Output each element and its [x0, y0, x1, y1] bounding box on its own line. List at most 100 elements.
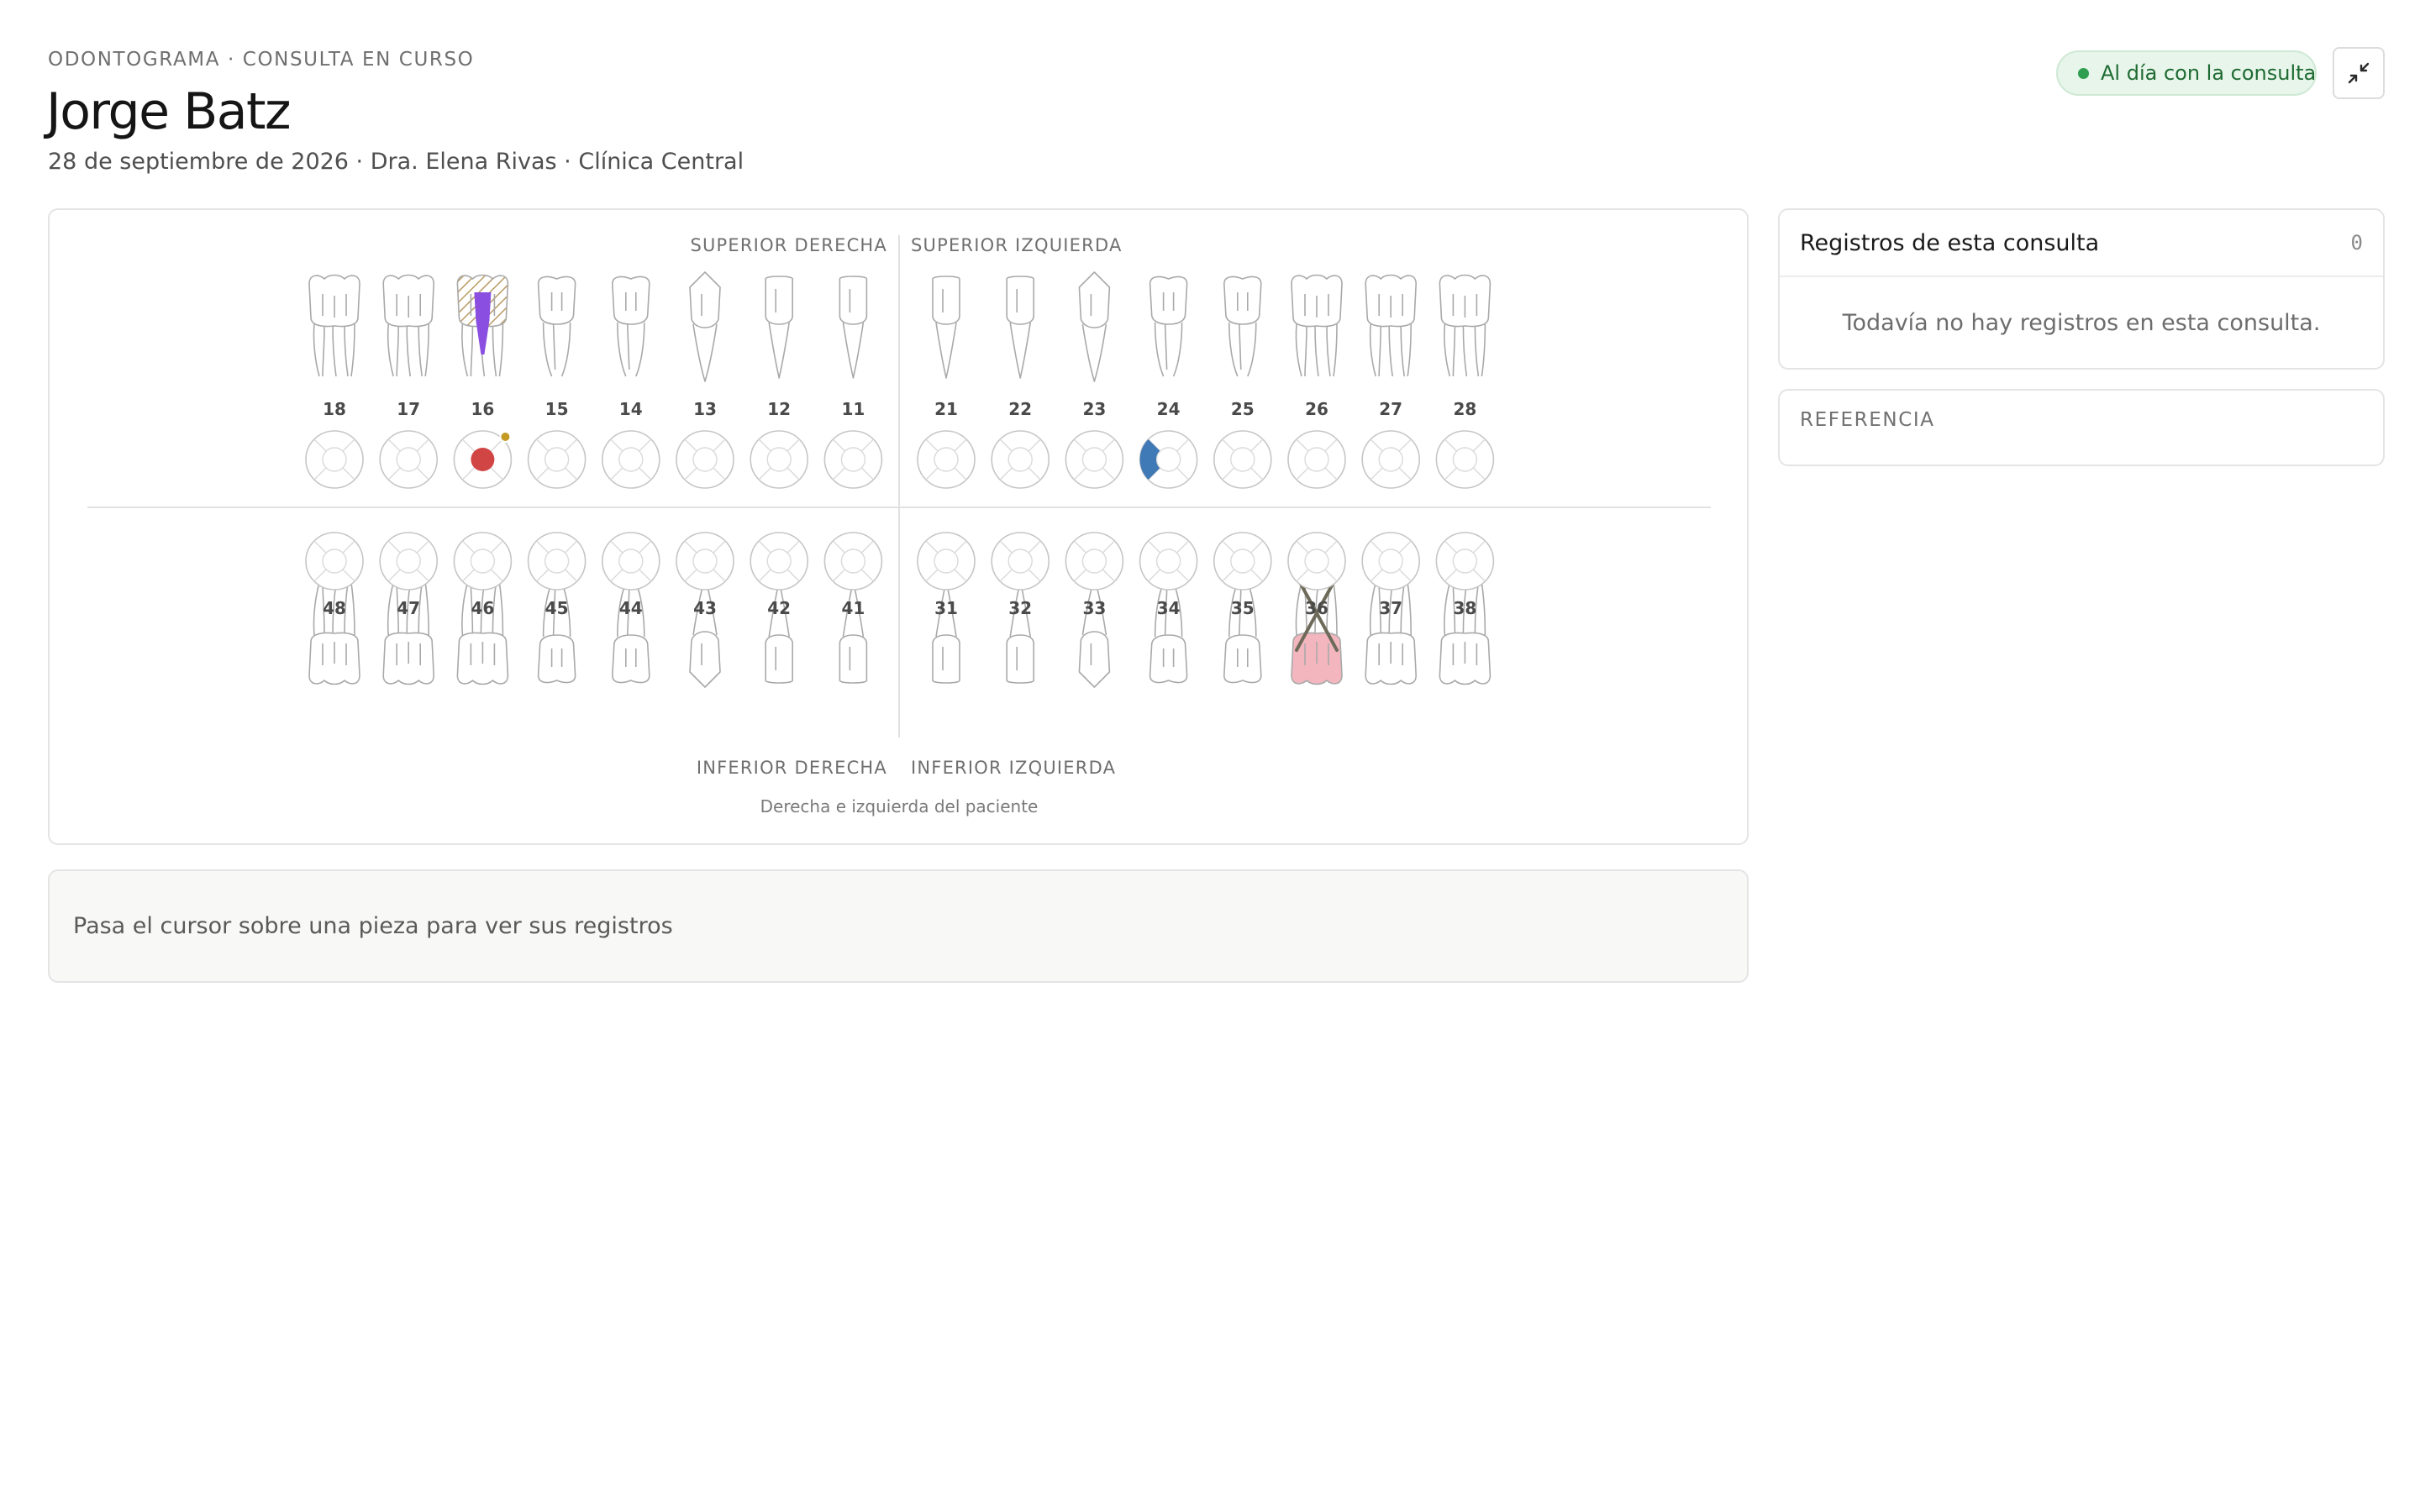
tooth-25[interactable]: 25	[1213, 276, 1272, 489]
tooth-21[interactable]: 21	[917, 276, 976, 489]
tooth-26-shape	[1291, 274, 1343, 377]
tooth-number-27: 27	[1379, 399, 1402, 419]
tooth-22-surfaces	[991, 430, 1050, 489]
tooth-11[interactable]: 11	[823, 276, 883, 489]
tooth-12-shape	[765, 276, 794, 379]
tooth-31[interactable]: 31	[917, 532, 976, 684]
tooth-36-surfaces	[1287, 532, 1346, 591]
tooth-25-crown	[1223, 276, 1262, 325]
tooth-17-shape	[382, 274, 435, 377]
tooth-28-roots	[1444, 323, 1486, 377]
tooth-22[interactable]: 22	[991, 276, 1050, 489]
tooth-42[interactable]: 42	[750, 532, 809, 684]
tooth-41-surfaces	[823, 532, 883, 591]
tooth-24-shape	[1149, 276, 1188, 377]
tooth-48-surface-center	[322, 549, 347, 574]
tooth-32-crown	[1006, 634, 1034, 684]
tooth-14[interactable]: 14	[601, 276, 660, 489]
tooth-16-surface-center-caries	[471, 448, 495, 471]
tooth-38[interactable]: 38	[1435, 532, 1495, 685]
tooth-number-42: 42	[767, 598, 791, 618]
tooth-36[interactable]: 36	[1287, 532, 1346, 685]
tooth-13-surface-center	[692, 447, 718, 472]
tooth-18-surfaces	[305, 430, 364, 489]
tooth-11-crown	[839, 276, 868, 325]
tooth-16-indicator-dot	[499, 431, 512, 443]
tooth-37-surfaces	[1361, 532, 1420, 591]
tooth-24[interactable]: 24	[1139, 276, 1198, 489]
tooth-17[interactable]: 17	[379, 274, 439, 489]
reference-title: REFERENCIA	[1800, 409, 1935, 431]
tooth-35-surface-center	[1230, 549, 1255, 574]
tooth-36-surface-center	[1304, 549, 1329, 574]
tooth-12[interactable]: 12	[750, 276, 809, 489]
tooth-number-14: 14	[619, 399, 643, 419]
collapse-icon	[2348, 62, 2370, 84]
tooth-21-surfaces	[917, 430, 976, 489]
tooth-46-surfaces	[453, 532, 513, 591]
tooth-28[interactable]: 28	[1435, 274, 1495, 489]
tooth-18-surface-center	[322, 447, 347, 472]
tooth-number-36: 36	[1305, 598, 1328, 618]
tooth-45-crown	[537, 634, 576, 684]
tooth-44[interactable]: 44	[601, 532, 660, 684]
tooth-33-surface-center	[1081, 549, 1107, 574]
tooth-18[interactable]: 18	[305, 274, 364, 489]
tooth-25-roots	[1228, 322, 1257, 377]
tooth-26[interactable]: 26	[1287, 274, 1346, 489]
tooth-26-roots	[1295, 323, 1338, 377]
tooth-17-surface-center	[396, 447, 421, 472]
tooth-32-surfaces	[991, 532, 1050, 591]
collapse-button[interactable]	[2333, 47, 2385, 99]
tooth-47[interactable]: 47	[379, 532, 439, 685]
tooth-48[interactable]: 48	[305, 532, 364, 685]
tooth-13-crown	[689, 271, 721, 328]
tooth-23-surfaces	[1065, 430, 1124, 489]
tooth-46[interactable]: 46	[453, 532, 513, 685]
tooth-32[interactable]: 32	[991, 532, 1050, 684]
tooth-34-surface-center	[1155, 549, 1181, 574]
tooth-23[interactable]: 23	[1065, 271, 1124, 489]
tooth-43-surfaces	[676, 532, 734, 591]
tooth-31-surfaces	[917, 532, 976, 591]
records-empty-state: Todavía no hay registros en esta consult…	[1842, 309, 2321, 336]
tooth-33[interactable]: 33	[1065, 532, 1124, 688]
consultation-meta: 28 de septiembre de 2026 · Dra. Elena Ri…	[48, 149, 744, 175]
tooth-24-surface-center	[1155, 447, 1181, 472]
tooth-16[interactable]: 16	[453, 274, 513, 489]
tooth-15[interactable]: 15	[527, 276, 587, 489]
quadrant-label-lower-left: INFERIOR IZQUIERDA	[911, 758, 1116, 778]
tooth-35-crown	[1223, 634, 1262, 684]
records-panel: Registros de esta consulta 0 Todavía no …	[1778, 208, 2385, 370]
tooth-27-surface-center	[1378, 447, 1403, 472]
tooth-43[interactable]: 43	[676, 532, 734, 688]
tooth-14-surface-center	[618, 447, 644, 472]
reference-panel[interactable]: REFERENCIA	[1778, 389, 2385, 466]
tooth-number-43: 43	[693, 598, 717, 618]
tooth-17-surfaces	[379, 430, 439, 489]
status-dot-icon	[2078, 67, 2089, 79]
tooth-45[interactable]: 45	[527, 532, 587, 684]
tooth-15-shape	[537, 276, 576, 377]
tooth-11-shape	[839, 276, 868, 379]
tooth-24-crown	[1149, 276, 1188, 325]
tooth-27[interactable]: 27	[1361, 274, 1420, 489]
tooth-number-26: 26	[1305, 399, 1328, 419]
tooth-15-roots	[542, 322, 571, 377]
tooth-41[interactable]: 41	[823, 532, 883, 684]
tooth-21-surface-center	[934, 447, 959, 472]
tooth-41-crown	[839, 634, 868, 684]
tooth-22-surface-center	[1007, 447, 1033, 472]
tooth-44-surfaces	[601, 532, 660, 591]
tooth-12-crown	[765, 276, 794, 325]
tooth-43-crown	[689, 631, 721, 688]
tooth-37[interactable]: 37	[1361, 532, 1420, 685]
tooth-34[interactable]: 34	[1139, 532, 1198, 684]
tooth-22-roots	[1009, 322, 1031, 379]
tooth-number-15: 15	[545, 399, 569, 419]
tooth-35[interactable]: 35	[1213, 532, 1272, 684]
status-label: Al día con la consulta	[2101, 61, 2317, 85]
tooth-13[interactable]: 13	[676, 271, 734, 489]
tooth-31-shape	[932, 580, 960, 684]
tooth-43-shape	[689, 577, 721, 688]
